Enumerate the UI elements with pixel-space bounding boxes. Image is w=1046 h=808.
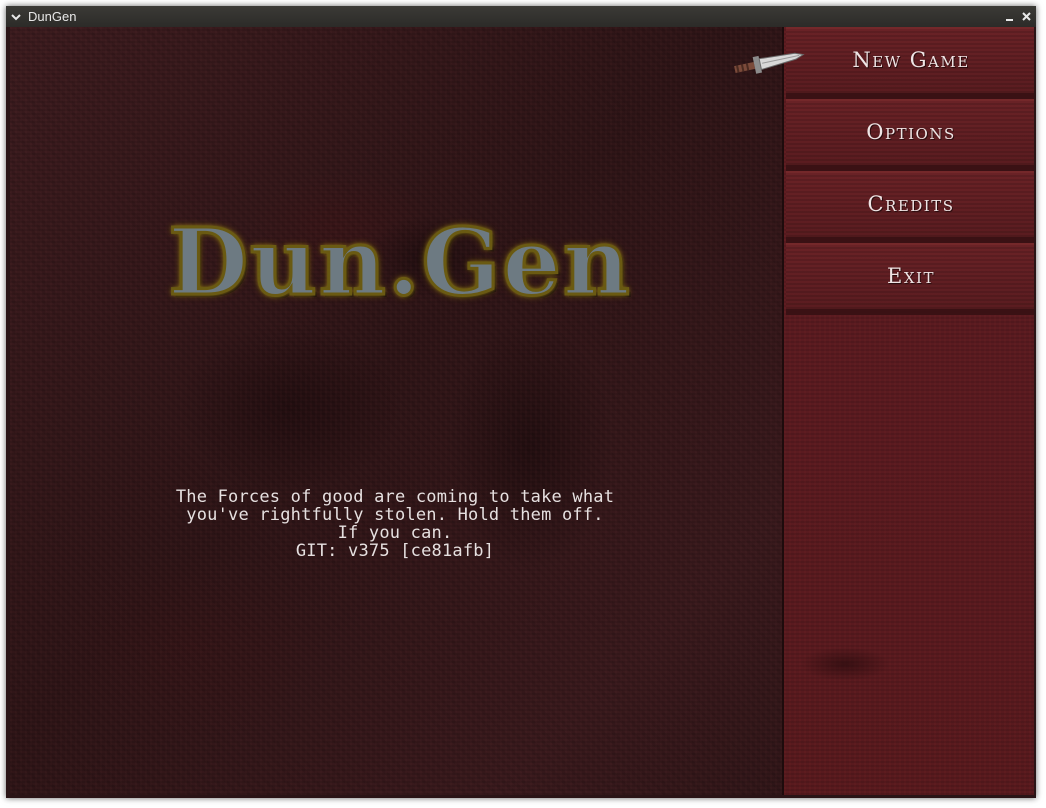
chevron-down-icon[interactable] — [10, 11, 22, 23]
version-label: GIT: v375 [ce81afb] — [295, 541, 495, 561]
minimize-icon[interactable] — [1004, 11, 1015, 22]
game-canvas: Dun.Gen The Forces of good are coming to… — [10, 27, 1034, 795]
options-label: Options — [866, 120, 956, 144]
credits-label: Credits — [867, 192, 955, 216]
options-button[interactable]: Options — [786, 99, 1034, 171]
game-window: DunGen Dun.Gen The Forces of good are co… — [6, 6, 1036, 798]
intro-line: The Forces of good are coming to take wh… — [175, 487, 615, 507]
intro-text: The Forces of good are coming to take wh… — [110, 488, 680, 560]
exit-label: Exit — [887, 264, 935, 288]
intro-line: If you can. — [337, 523, 453, 543]
blood-stain — [800, 647, 890, 681]
close-icon[interactable] — [1021, 11, 1032, 22]
main-menu: New Game Options Credits Exit — [782, 27, 1034, 795]
title-bar[interactable]: DunGen — [6, 6, 1036, 27]
new-game-label: New Game — [852, 48, 970, 72]
window-title: DunGen — [28, 9, 77, 24]
dagger-cursor-icon — [730, 49, 806, 75]
game-logo: Dun.Gen — [167, 207, 632, 318]
exit-button[interactable]: Exit — [786, 243, 1034, 315]
credits-button[interactable]: Credits — [786, 171, 1034, 243]
window-controls — [1004, 6, 1032, 27]
intro-line: you've rightfully stolen. Hold them off. — [186, 505, 604, 525]
new-game-button[interactable]: New Game — [786, 27, 1034, 99]
